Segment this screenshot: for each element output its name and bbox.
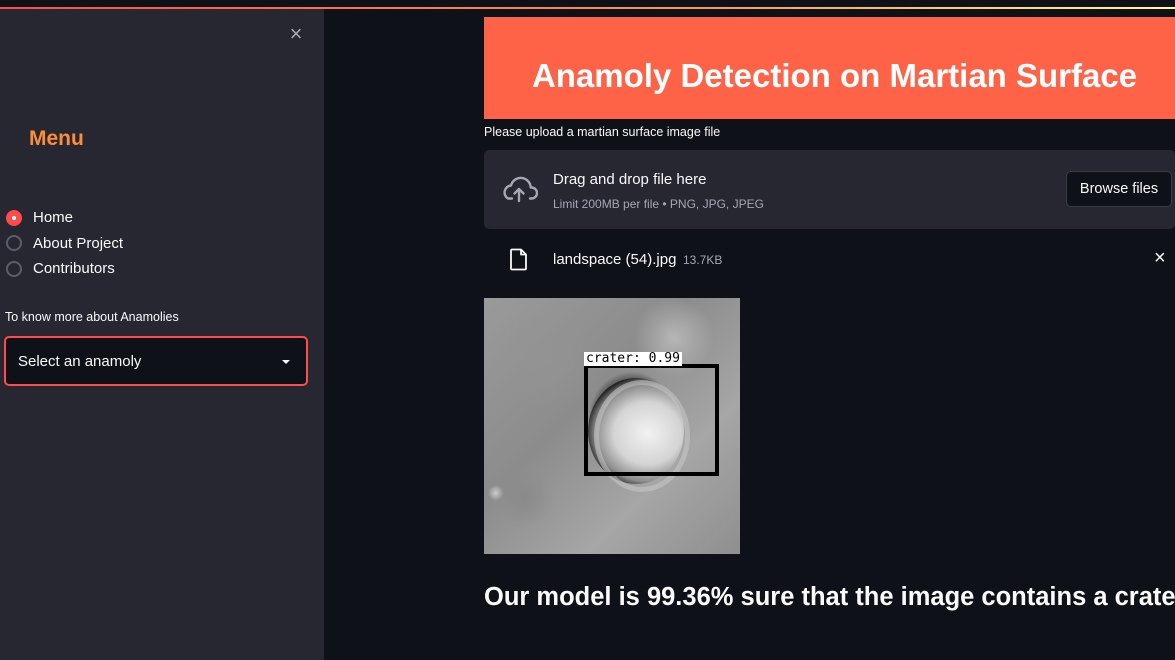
- sidebar: × Menu Home About Project Contributors T…: [0, 9, 324, 660]
- detection-label: crater: 0.99: [584, 351, 682, 366]
- app-header: [0, 0, 1175, 9]
- file-dropzone[interactable]: Drag and drop file here Limit 200MB per …: [484, 150, 1175, 229]
- dropzone-limit-text: Limit 200MB per file • PNG, JPG, JPEG: [553, 197, 764, 211]
- page-title: Anamoly Detection on Martian Surface: [531, 57, 1138, 94]
- anomaly-select-label: To know more about Anamolies: [5, 310, 179, 324]
- radio-label: Contributors: [33, 260, 115, 278]
- menu-title: Menu: [29, 127, 84, 150]
- radio-option-contributors[interactable]: Contributors: [6, 256, 123, 282]
- radio-label: Home: [33, 209, 74, 227]
- caret-down-icon: [282, 360, 290, 364]
- radio-selected-icon[interactable]: [6, 209, 22, 226]
- dropzone-instructions: Drag and drop file here: [553, 171, 707, 188]
- uploaded-file-size: 13.7KB: [683, 253, 723, 267]
- radio-label: About Project: [33, 234, 124, 252]
- navigation-radio-group: Home About Project Contributors: [6, 205, 123, 282]
- uploaded-file-item: landspace (54).jpg 13.7KB ×: [484, 241, 1175, 277]
- anomaly-select[interactable]: Select an anamoly: [4, 336, 308, 386]
- file-icon: [510, 248, 527, 271]
- browse-files-button[interactable]: Browse files: [1066, 171, 1172, 207]
- radio-unselected-icon[interactable]: [6, 260, 22, 277]
- remove-file-icon[interactable]: ×: [1154, 248, 1170, 268]
- close-sidebar-icon[interactable]: ×: [286, 23, 306, 45]
- radio-option-about-project[interactable]: About Project: [6, 231, 123, 257]
- detection-result-image: crater: 0.99: [484, 298, 740, 554]
- radio-option-home[interactable]: Home: [6, 205, 123, 231]
- radio-unselected-icon[interactable]: [6, 235, 22, 252]
- title-banner: Anamoly Detection on Martian Surface: [484, 17, 1175, 119]
- anomaly-select-value: Select an anamoly: [18, 353, 142, 370]
- detection-bounding-box: [584, 364, 719, 476]
- uploaded-file-name: landspace (54).jpg: [553, 251, 677, 268]
- cloud-upload-icon: [503, 176, 538, 203]
- file-uploader-label: Please upload a martian surface image fi…: [484, 125, 721, 139]
- main-content: Anamoly Detection on Martian Surface Ple…: [324, 9, 1175, 660]
- prediction-result-text: Our model is 99.36% sure that the image …: [484, 583, 1175, 611]
